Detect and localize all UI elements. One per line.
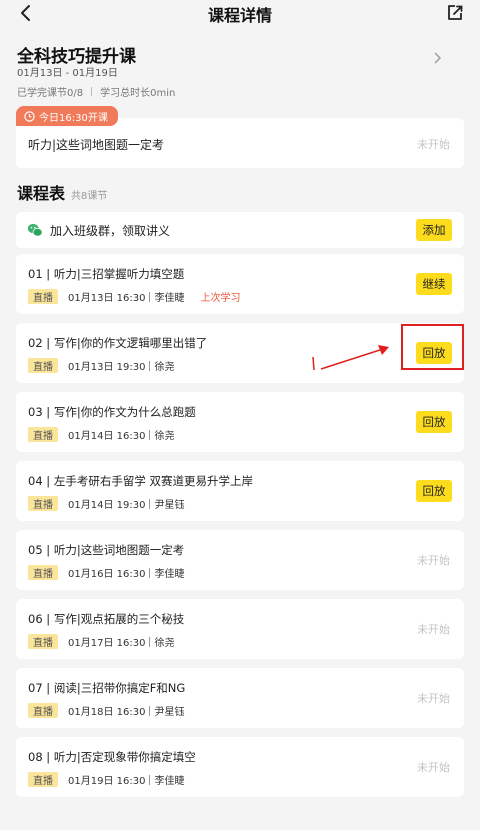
clock-icon <box>24 110 35 122</box>
lesson-card[interactable]: 07 | 阅读|三招带你搞定F和NG 直播 01月18日 16:30 尹星钰 未开始 <box>16 668 464 728</box>
join-group-card[interactable]: 加入班级群，领取讲义 添加 <box>16 212 464 248</box>
lesson-meta: 直播 01月18日 16:30 尹星钰 <box>28 703 184 718</box>
lesson-card[interactable]: 04 | 左手考研右手留学 双赛道更易升学上岸 直播 01月14日 19:30 尹星钰… <box>16 461 464 521</box>
today-live-tag: 今日16:30开课 <box>16 106 118 126</box>
lesson-teacher: 李佳睫 <box>154 776 185 787</box>
share-icon[interactable] <box>446 4 464 22</box>
nav-bar: 课程详情 <box>0 0 480 28</box>
lesson-teacher: 尹星钰 <box>154 500 185 511</box>
lesson-title: 01 | 听力|三招掌握听力填空题 <box>28 267 185 281</box>
lesson-meta: 直播 01月14日 19:30 尹星钰 <box>28 496 184 511</box>
chevron-right-icon[interactable] <box>432 51 442 65</box>
schedule-count: 共8课节 <box>71 191 108 202</box>
lesson-title: 07 | 阅读|三招带你搞定F和NG <box>28 681 186 695</box>
highlight-box <box>401 324 464 370</box>
schedule-title: 课程表 <box>17 184 66 203</box>
lesson-title: 05 | 听力|这些词地图题一定考 <box>28 543 185 557</box>
chevron-left-icon[interactable] <box>16 3 36 23</box>
divider <box>149 291 151 302</box>
lesson-time: 01月13日 19:30 <box>68 362 146 373</box>
wechat-icon <box>27 223 43 237</box>
live-badge: 直播 <box>28 634 58 649</box>
divider <box>149 774 151 785</box>
lesson-meta: 直播 01月13日 16:30 李佳睫 上次学习 <box>28 289 240 304</box>
lesson-title: 06 | 写作|观点拓展的三个秘技 <box>28 612 185 626</box>
lesson-title: 03 | 写作|你的作文为什么总跑题 <box>28 405 196 419</box>
join-group-text: 加入班级群，领取讲义 <box>50 224 171 238</box>
live-badge: 直播 <box>28 565 58 580</box>
live-badge: 直播 <box>28 358 58 373</box>
lesson-teacher: 徐尧 <box>154 638 175 649</box>
course-stats: 已学完课节0/8 学习总时长0min <box>17 84 175 99</box>
live-badge: 直播 <box>28 496 58 511</box>
lesson-meta: 直播 01月19日 16:30 李佳睫 <box>28 772 184 787</box>
lesson-meta: 直播 01月13日 19:30 徐尧 <box>28 358 174 373</box>
study-duration: 学习总时长0min <box>100 88 176 99</box>
live-badge: 直播 <box>28 772 58 787</box>
lesson-title: 02 | 写作|你的作文逻辑哪里出错了 <box>28 336 208 350</box>
today-live-tag-label: 今日16:30开课 <box>39 112 108 124</box>
completed-count: 已学完课节0/8 <box>17 88 84 99</box>
lesson-card[interactable]: 06 | 写作|观点拓展的三个秘技 直播 01月17日 16:30 徐尧 未开始 <box>16 599 464 659</box>
lesson-time: 01月16日 16:30 <box>68 569 146 580</box>
live-badge: 直播 <box>28 703 58 718</box>
divider <box>149 636 151 647</box>
course-dates: 01月13日 - 01月19日 <box>17 68 118 79</box>
lesson-card[interactable]: 03 | 写作|你的作文为什么总跑题 直播 01月14日 16:30 徐尧 回放 <box>16 392 464 452</box>
red-arrow-icon <box>312 345 389 371</box>
add-group-button[interactable]: 添加 <box>416 219 452 241</box>
live-badge: 直播 <box>28 427 58 442</box>
lesson-card[interactable]: 01 | 听力|三招掌握听力填空题 直播 01月13日 16:30 李佳睫 上次学习 继续 <box>16 254 464 314</box>
lesson-teacher: 尹星钰 <box>154 707 185 718</box>
lesson-teacher: 李佳睫 <box>154 293 185 304</box>
lesson-time: 01月13日 16:30 <box>68 293 146 304</box>
last-learned-label: 上次学习 <box>200 293 241 304</box>
lesson-teacher: 李佳睫 <box>154 569 185 580</box>
replay-button[interactable]: 回放 <box>416 480 452 502</box>
lesson-meta: 直播 01月14日 16:30 徐尧 <box>28 427 174 442</box>
lesson-time: 01月14日 16:30 <box>68 431 146 442</box>
lesson-meta: 直播 01月17日 16:30 徐尧 <box>28 634 174 649</box>
divider <box>149 705 151 716</box>
divider <box>149 429 151 440</box>
lesson-teacher: 徐尧 <box>154 431 175 442</box>
lesson-title: 04 | 左手考研右手留学 双赛道更易升学上岸 <box>28 474 253 488</box>
lesson-card[interactable]: 05 | 听力|这些词地图题一定考 直播 01月16日 16:30 李佳睫 未开始 <box>16 530 464 590</box>
lesson-meta: 直播 01月16日 16:30 李佳睫 <box>28 565 184 580</box>
schedule-header: 课程表 共8课节 <box>17 180 107 204</box>
today-live-title: 听力|这些词地图题一定考 <box>28 138 165 152</box>
replay-button[interactable]: 回放 <box>416 411 452 433</box>
not-started-status: 未开始 <box>417 692 450 705</box>
divider <box>149 567 151 578</box>
divider <box>149 360 151 371</box>
not-started-status: 未开始 <box>417 623 450 636</box>
not-started-status: 未开始 <box>417 554 450 567</box>
today-live-status: 未开始 <box>417 138 450 151</box>
lesson-time: 01月19日 16:30 <box>68 776 146 787</box>
divider <box>91 87 93 96</box>
lesson-time: 01月17日 16:30 <box>68 638 146 649</box>
continue-button[interactable]: 继续 <box>416 273 452 295</box>
lesson-time: 01月14日 19:30 <box>68 500 146 511</box>
page-title: 课程详情 <box>207 6 272 25</box>
lesson-title: 08 | 听力|否定现象带你搞定填空 <box>28 750 196 764</box>
lesson-card[interactable]: 08 | 听力|否定现象带你搞定填空 直播 01月19日 16:30 李佳睫 未开始 <box>16 737 464 797</box>
not-started-status: 未开始 <box>417 761 450 774</box>
lesson-time: 01月18日 16:30 <box>68 707 146 718</box>
live-badge: 直播 <box>28 289 58 304</box>
lesson-teacher: 徐尧 <box>154 362 175 373</box>
divider <box>149 498 151 509</box>
